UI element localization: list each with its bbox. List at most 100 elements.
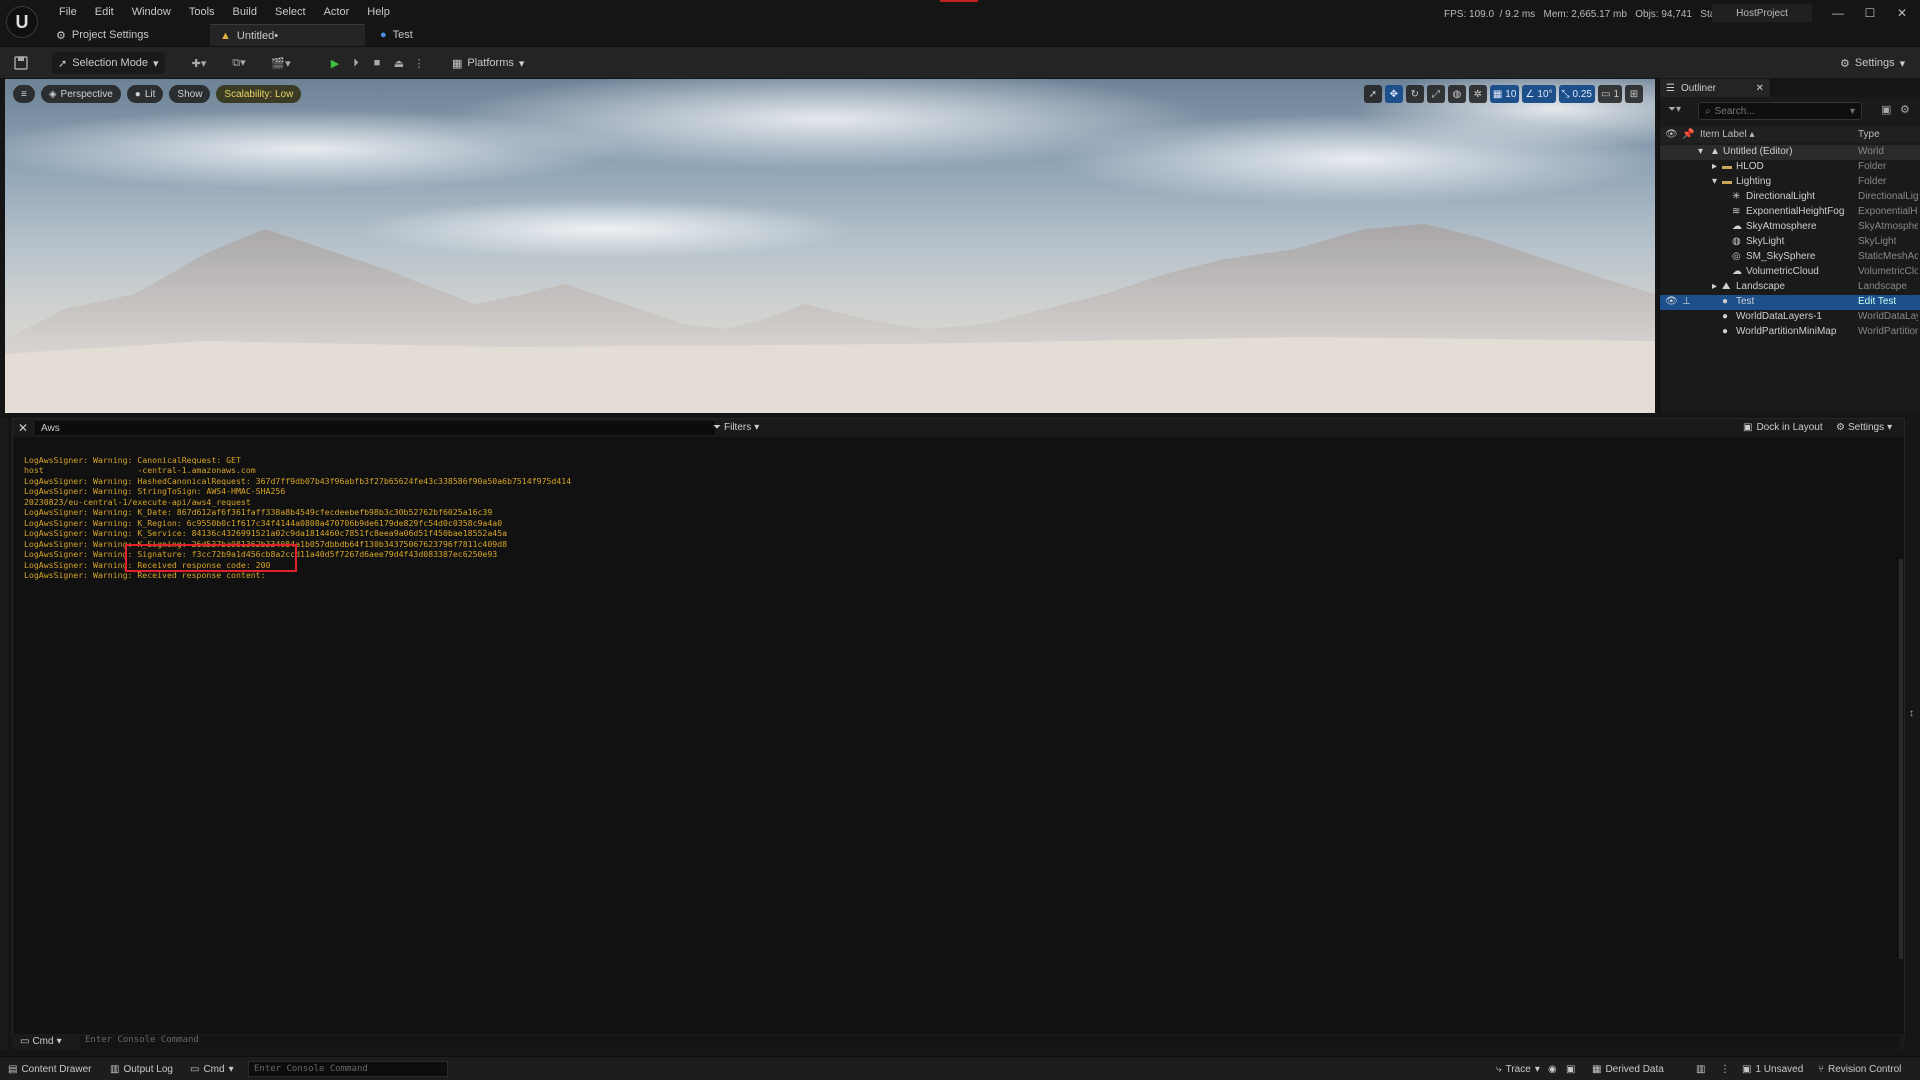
perspective-button[interactable]: ◈ Perspective [40,85,121,103]
status-console-input[interactable]: Enter Console Command [248,1061,448,1077]
menu-edit[interactable]: Edit [86,4,123,20]
minimize-icon[interactable]: — [1826,6,1850,22]
outliner-row[interactable]: ☁ VolumetricCloud VolumetricCloud [1660,265,1920,280]
filter-icon[interactable]: ⏷▾ [1668,104,1681,115]
row-label: Test [1736,296,1755,307]
more-options-icon[interactable]: ⋮ [1720,1061,1730,1077]
translate-tool-icon[interactable]: ✥ [1384,85,1403,103]
expand-arrow-icon[interactable]: ▾ [1698,146,1703,157]
outliner-row[interactable]: ◍ SkyLight SkyLight [1660,235,1920,250]
revision-control-button[interactable]: ⑂ Revision Control [1818,1061,1901,1077]
chevron-down-icon: ▾ [1899,57,1906,70]
step-icon[interactable]: ⏵ [345,52,367,74]
eject-icon[interactable]: ⏏ [388,52,410,74]
blueprint-menu-icon[interactable]: ⧉▾ [224,52,254,74]
settings-button[interactable]: ⚙ Settings ▾ [1834,52,1911,74]
filters-button[interactable]: ⏷ Filters ▾ [713,422,759,433]
grid-snap-button[interactable]: ▦ 10 [1489,85,1520,103]
output-log-button[interactable]: ▥ Output Log [110,1061,173,1077]
col-type[interactable]: Type [1858,129,1880,140]
outliner-row[interactable]: ▾ ▲ Untitled (Editor) World [1660,145,1920,160]
level-viewport[interactable]: ≡ ◈ Perspective ● Lit Show Scalability: Lo… [5,79,1655,413]
outliner-row[interactable]: ◎ SM_SkySphere StaticMeshActor [1660,250,1920,265]
cinematics-icon[interactable]: 🎬▾ [266,52,296,74]
outliner-row[interactable]: ☁ SkyAtmosphere SkyAtmosphere [1660,220,1920,235]
tab-untitled[interactable]: ▲ Untitled• [210,24,365,46]
tab-outliner[interactable]: ☰ Outliner ✕ [1660,79,1770,97]
scale-snap-button[interactable]: ⤡ 0.25 [1558,85,1595,103]
log-search-input[interactable]: Aws [35,421,715,435]
viewport-menu-button[interactable]: ≡ [13,85,35,103]
menu-window[interactable]: Window [123,4,180,20]
outliner-row[interactable]: ✳ DirectionalLight DirectionalLight [1660,190,1920,205]
log-scrollbar[interactable] [1899,559,1903,959]
outliner-row[interactable]: ▸ ▬ HLOD Folder [1660,160,1920,175]
row-label: WorldDataLayers-1 [1736,311,1822,322]
add-actor-icon[interactable]: ✚▾ [184,52,214,74]
save-icon[interactable] [10,52,32,74]
derived-data-button[interactable]: ▦ Derived Data [1592,1061,1664,1077]
status-bar: ▤ Content Drawer ▥ Output Log ▭ Cmd ▾ En… [0,1056,1920,1080]
menu-file[interactable]: File [50,4,86,20]
outliner-row[interactable]: ● WorldPartitionMiniMap WorldPartitionMi… [1660,325,1920,340]
pin-icon[interactable]: 📌 [1682,129,1694,140]
screenshot-icon[interactable]: ▣ [1566,1061,1575,1077]
menu-tools[interactable]: Tools [180,4,224,20]
expand-arrow-icon[interactable]: ▸ [1712,281,1717,292]
rotation-snap-button[interactable]: ∠ 10° [1522,85,1556,103]
menu-select[interactable]: Select [266,4,315,20]
show-button[interactable]: Show [169,85,211,103]
trace-button[interactable]: ⤷ Trace ▾ [1496,1061,1540,1077]
camera-speed-button[interactable]: ▭ 1 [1597,85,1622,103]
tab-test[interactable]: ● Test [370,24,490,46]
scale-tool-icon[interactable]: ⤢ [1426,85,1445,103]
outliner-row[interactable]: ▸ ⛰ Landscape Landscape [1660,280,1920,295]
dock-in-layout-button[interactable]: ▣ Dock in Layout [1743,422,1823,433]
outliner-row-selected[interactable]: 👁 ⊥ ● Test Edit Test [1660,295,1920,310]
surface-snap-icon[interactable]: ✲ [1468,85,1487,103]
maximize-icon[interactable]: ☐ [1858,6,1882,22]
camera-speed-value: 1 [1613,88,1619,100]
pin-icon[interactable]: ⊥ [1682,296,1691,307]
selection-mode-button[interactable]: ➚ Selection Mode ▾ [52,52,165,74]
close-icon[interactable]: ✕ [1756,83,1764,94]
expand-arrow-icon[interactable]: ▸ [1712,161,1717,172]
menu-build[interactable]: Build [224,4,266,20]
lit-button[interactable]: ● Lit [126,85,164,103]
clear-filter-icon[interactable]: ✕ [18,421,28,435]
platforms-button[interactable]: ▦ Platforms ▾ [446,52,530,74]
visibility-icon[interactable]: 👁 [1665,296,1678,307]
content-drawer-button[interactable]: ▤ Content Drawer [8,1061,91,1077]
more-options-icon[interactable]: ⋮ [408,52,430,74]
add-folder-icon[interactable]: ▣ [1881,103,1891,116]
stats-icon[interactable]: ▥ [1696,1061,1705,1077]
col-item-label[interactable]: Item Label ▴ [1700,129,1755,140]
rotate-tool-icon[interactable]: ↻ [1405,85,1424,103]
unsaved-button[interactable]: ▣ 1 Unsaved [1742,1061,1803,1077]
stop-icon[interactable]: ■ [366,52,388,74]
outliner-search-input[interactable]: ⌕ Search... ▾ [1698,102,1862,120]
unreal-logo-icon[interactable]: U [6,6,38,38]
play-icon[interactable]: ▶ [324,52,346,74]
tab-project-settings[interactable]: ⚙ Project Settings [46,24,206,46]
console-command-input[interactable]: Enter Console Command [80,1035,1900,1049]
cmd-dropdown[interactable]: ▭ Cmd ▾ [20,1036,62,1047]
cmd-dropdown[interactable]: ▭ Cmd ▾ [190,1061,234,1077]
log-settings-button[interactable]: ⚙ Settings ▾ [1836,422,1892,433]
actor-icon: ● [1722,296,1729,307]
visibility-icon[interactable]: 👁 [1665,129,1678,140]
close-icon[interactable]: ✕ [1890,6,1914,22]
row-type[interactable]: Edit Test [1858,296,1918,307]
outliner-row[interactable]: ▾ ▬ Lighting Folder [1660,175,1920,190]
scalability-button[interactable]: Scalability: Low [216,85,302,103]
outliner-row[interactable]: ● WorldDataLayers-1 WorldDataLayers [1660,310,1920,325]
menu-help[interactable]: Help [358,4,399,20]
outliner-row[interactable]: ≋ ExponentialHeightFog ExponentialHeight… [1660,205,1920,220]
world-local-icon[interactable]: ◍ [1447,85,1466,103]
gear-icon[interactable]: ⚙ [1900,103,1910,116]
menu-actor[interactable]: Actor [315,4,359,20]
record-icon[interactable]: ◉ [1548,1061,1557,1077]
expand-arrow-icon[interactable]: ▾ [1712,176,1717,187]
select-tool-icon[interactable]: ➚ [1363,85,1382,103]
maximize-viewport-icon[interactable]: ⊞ [1625,85,1643,103]
